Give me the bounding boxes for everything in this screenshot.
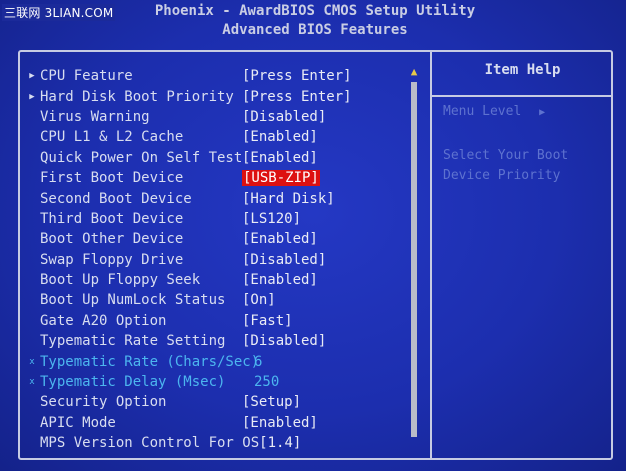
menu-level: Menu Level ▶ bbox=[443, 104, 545, 119]
setting-first-boot-device[interactable]: First Boot Device [USB-ZIP] bbox=[24, 168, 409, 188]
setting-apic-mode[interactable]: APIC Mode [Enabled] bbox=[24, 413, 409, 433]
setting-cpu-feature[interactable]: ▶ CPU Feature [Press Enter] bbox=[24, 66, 409, 86]
scrollbar[interactable]: ▲ bbox=[408, 66, 420, 446]
setting-swap-floppy-drive[interactable]: Swap Floppy Drive [Disabled] bbox=[24, 250, 409, 270]
setting-label: APIC Mode bbox=[40, 414, 116, 431]
setting-label: Second Boot Device bbox=[40, 190, 192, 207]
setting-label: Virus Warning bbox=[40, 108, 150, 125]
setting-label: MPS Version Control For OS bbox=[40, 435, 260, 452]
setting-value[interactable]: [Enabled] bbox=[242, 415, 318, 431]
setting-value[interactable]: [Setup] bbox=[242, 394, 301, 410]
setting-typematic-rate: x Typematic Rate (Chars/Sec) 6 bbox=[24, 351, 409, 371]
setting-value[interactable]: [Fast] bbox=[242, 313, 293, 329]
menu-level-label: Menu Level bbox=[443, 104, 522, 119]
setting-value[interactable]: [Disabled] bbox=[242, 333, 326, 349]
setting-value[interactable]: [1.4] bbox=[259, 435, 301, 451]
setting-value[interactable]: [Press Enter] bbox=[242, 68, 352, 84]
setting-label: CPU L1 & L2 Cache bbox=[40, 129, 184, 146]
setting-label: Third Boot Device bbox=[40, 210, 184, 227]
setting-label: Gate A20 Option bbox=[40, 312, 167, 329]
scroll-up-arrow-icon[interactable]: ▲ bbox=[408, 66, 420, 78]
watermark: 三联网 3LIAN.COM bbox=[2, 4, 116, 21]
setting-cpu-cache[interactable]: CPU L1 & L2 Cache [Enabled] bbox=[24, 127, 409, 147]
submenu-arrow-icon: ▶ bbox=[29, 71, 35, 82]
setting-value: 6 bbox=[254, 353, 263, 370]
panel-divider bbox=[430, 50, 432, 460]
setting-label: Boot Up NumLock Status bbox=[40, 292, 226, 309]
help-title: Item Help bbox=[484, 62, 561, 78]
menu-level-arrow-icon: ▶ bbox=[539, 107, 546, 118]
setting-value[interactable]: [Enabled] bbox=[242, 272, 318, 288]
setting-label: Boot Other Device bbox=[40, 231, 184, 248]
setting-security-option[interactable]: Security Option [Setup] bbox=[24, 392, 409, 412]
setting-value: 250 bbox=[254, 374, 280, 391]
setting-boot-other-device[interactable]: Boot Other Device [Enabled] bbox=[24, 229, 409, 249]
setting-value[interactable]: [Disabled] bbox=[242, 252, 326, 268]
setting-third-boot-device[interactable]: Third Boot Device [LS120] bbox=[24, 209, 409, 229]
setting-label: First Boot Device bbox=[40, 170, 184, 187]
setting-value[interactable]: [LS120] bbox=[242, 211, 301, 227]
submenu-arrow-icon: ▶ bbox=[29, 91, 35, 102]
setting-typematic-delay: x Typematic Delay (Msec) 250 bbox=[24, 372, 409, 392]
setting-value[interactable]: [On] bbox=[242, 292, 276, 308]
help-separator bbox=[432, 95, 613, 97]
setting-typematic-rate-setting[interactable]: Typematic Rate Setting [Disabled] bbox=[24, 331, 409, 351]
setting-label: Quick Power On Self Test bbox=[40, 149, 243, 166]
setting-mps-version[interactable]: MPS Version Control For OS [1.4] bbox=[24, 433, 409, 453]
help-text-line: Device Priority bbox=[443, 168, 561, 183]
setting-value[interactable]: [Hard Disk] bbox=[242, 191, 335, 207]
setting-label: Typematic Rate (Chars/Sec) bbox=[40, 353, 260, 370]
setting-gate-a20-option[interactable]: Gate A20 Option [Fast] bbox=[24, 311, 409, 331]
setting-value[interactable]: [Enabled] bbox=[242, 231, 318, 247]
settings-list: ▶ CPU Feature [Press Enter] ▶ Hard Disk … bbox=[24, 66, 409, 453]
setting-quick-post[interactable]: Quick Power On Self Test [Enabled] bbox=[24, 148, 409, 168]
app-title: Phoenix - AwardBIOS CMOS Setup Utility bbox=[154, 3, 476, 19]
selected-setting-value[interactable]: [USB-ZIP] bbox=[242, 170, 320, 187]
setting-value[interactable]: [Enabled] bbox=[242, 129, 318, 145]
section-title: Advanced BIOS Features bbox=[222, 22, 408, 38]
bios-screen: 三联网 3LIAN.COM Phoenix - AwardBIOS CMOS S… bbox=[0, 0, 626, 471]
setting-label: Swap Floppy Drive bbox=[40, 251, 184, 268]
scroll-track[interactable] bbox=[411, 82, 417, 437]
setting-second-boot-device[interactable]: Second Boot Device [Hard Disk] bbox=[24, 188, 409, 208]
page-title: Phoenix - AwardBIOS CMOS Setup Utility A… bbox=[150, 2, 480, 40]
setting-label: Security Option bbox=[40, 394, 167, 411]
setting-hard-disk-boot-priority[interactable]: ▶ Hard Disk Boot Priority [Press Enter] bbox=[24, 86, 409, 106]
setting-label: Typematic Rate Setting bbox=[40, 333, 226, 350]
setting-label: Hard Disk Boot Priority bbox=[40, 88, 234, 105]
setting-label: Typematic Delay (Msec) bbox=[40, 374, 226, 391]
help-text: Select Your Boot Device Priority bbox=[443, 146, 603, 186]
help-text-line: Select Your Boot bbox=[443, 148, 569, 163]
disabled-marker-icon: x bbox=[29, 377, 35, 388]
setting-value[interactable]: [Disabled] bbox=[242, 109, 326, 125]
setting-value[interactable]: [Press Enter] bbox=[242, 89, 352, 105]
setting-label: CPU Feature bbox=[40, 68, 133, 85]
setting-numlock-status[interactable]: Boot Up NumLock Status [On] bbox=[24, 290, 409, 310]
setting-value[interactable]: [Enabled] bbox=[242, 150, 318, 166]
disabled-marker-icon: x bbox=[29, 356, 35, 367]
setting-boot-up-floppy-seek[interactable]: Boot Up Floppy Seek [Enabled] bbox=[24, 270, 409, 290]
setting-virus-warning[interactable]: Virus Warning [Disabled] bbox=[24, 107, 409, 127]
setting-label: Boot Up Floppy Seek bbox=[40, 272, 201, 289]
